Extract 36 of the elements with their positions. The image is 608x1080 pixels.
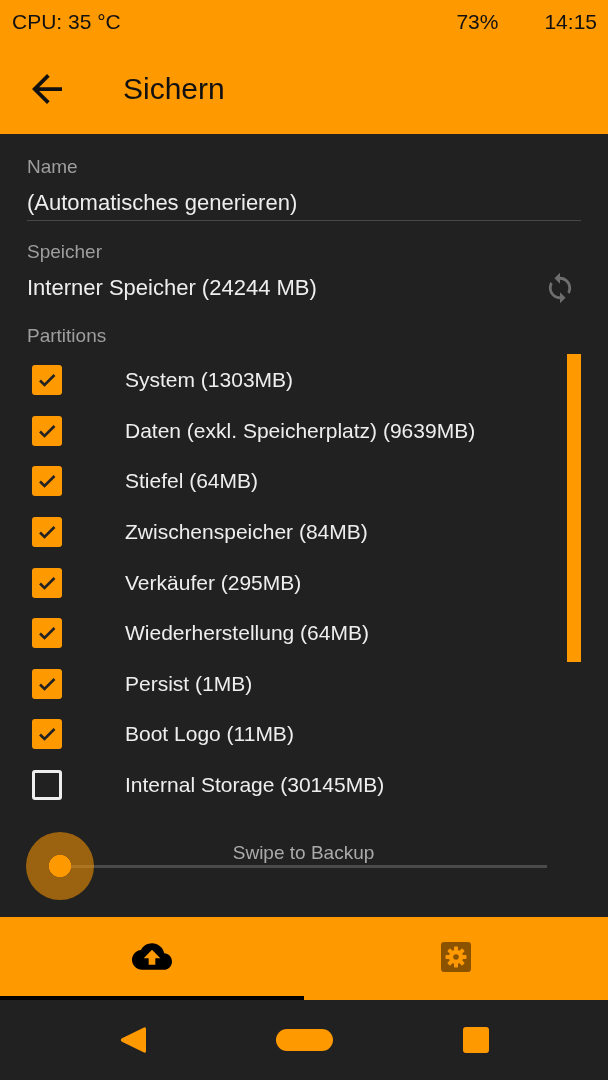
partition-label: Daten (exkl. Speicherplatz) (9639MB)	[125, 418, 476, 443]
field-label: Name	[27, 155, 78, 179]
name-field[interactable]: (Automatisches generieren)	[27, 186, 581, 221]
back-arrow-icon[interactable]	[32, 74, 62, 104]
partition-label: Verkäufer (295MB)	[125, 570, 302, 595]
swipe-label: Swipe to Backup	[232, 842, 375, 865]
section-label: Partitions	[27, 324, 107, 348]
partition-label: Wiederherstellung (64MB)	[125, 621, 369, 646]
checkbox[interactable]	[32, 618, 62, 649]
storage-selector[interactable]: Interner Speicher (24244 MB)	[27, 275, 317, 301]
partition-label: System (1303MB)	[125, 368, 294, 393]
cpu-temperature: CPU: 35 °C	[12, 10, 121, 34]
page-title: Sichern	[123, 72, 225, 106]
settings-icon	[441, 941, 471, 972]
checkbox[interactable]	[32, 517, 62, 548]
checkbox[interactable]	[32, 415, 62, 446]
nav-back-icon[interactable]	[119, 1026, 146, 1054]
clock: 14:15	[544, 10, 597, 34]
checkbox[interactable]	[32, 567, 62, 598]
scrollbar-thumb[interactable]	[567, 354, 581, 662]
checkbox[interactable]	[32, 365, 62, 396]
field-label: Speicher	[27, 240, 102, 264]
partition-label: Stiefel (64MB)	[125, 469, 259, 494]
checkbox[interactable]	[32, 719, 62, 750]
nav-recents-icon[interactable]	[462, 1027, 489, 1053]
battery-level: 73%	[456, 10, 499, 34]
checkbox[interactable]	[32, 466, 62, 497]
checkbox[interactable]	[32, 668, 62, 699]
nav-home-icon[interactable]	[275, 1029, 333, 1051]
partition-label: Internal Storage (30145MB)	[125, 773, 385, 798]
partition-label: Persist (1MB)	[125, 671, 253, 696]
backup-tab[interactable]	[0, 917, 304, 1000]
checkbox[interactable]	[32, 770, 62, 801]
partition-label: Boot Logo (11MB)	[125, 722, 294, 747]
partition-label: Zwischenspeicher (84MB)	[125, 520, 368, 545]
cloud-upload-icon	[132, 943, 172, 970]
